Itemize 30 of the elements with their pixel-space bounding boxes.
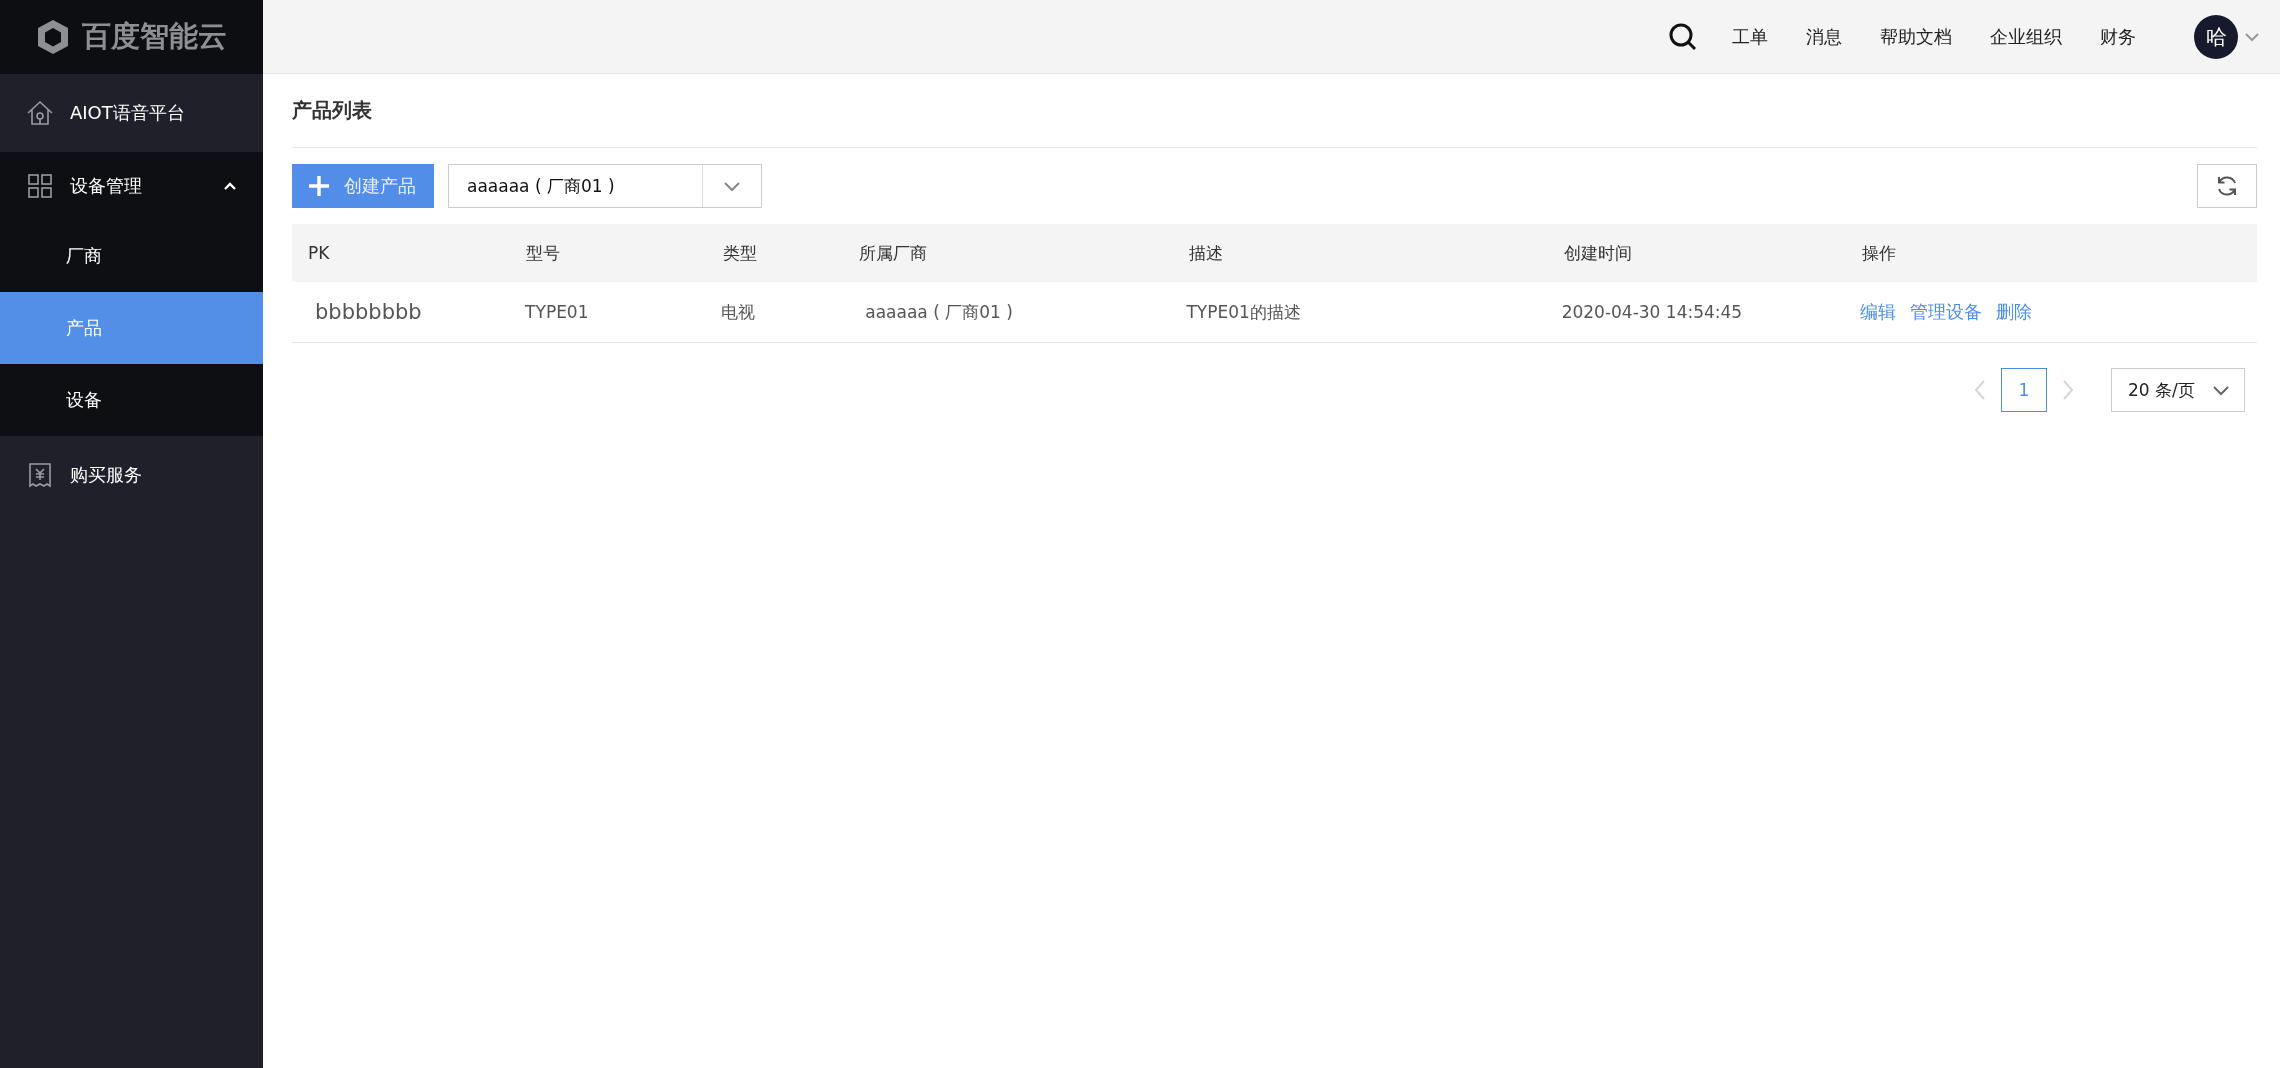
page-title: 产品列表 [292,74,2257,148]
vendor-select[interactable]: aaaaaa ( 厂商01 ) [448,164,762,208]
grid-icon [26,172,54,200]
sidebar-subitem[interactable]: 厂商 [0,220,263,292]
chevron-down-icon [723,180,741,192]
chevron-down-icon [2212,384,2230,396]
plus-icon [308,175,330,197]
home-icon [26,99,54,127]
table-cell-text: TYPE01的描述 [1185,300,1302,324]
top-nav-link[interactable]: 工单 [1732,24,1768,49]
top-nav-link[interactable]: 企业组织 [1990,24,2062,49]
table-cell-text: 2020-04-30 14:54:45 [1560,301,1744,324]
user-avatar[interactable]: 哈 [2194,14,2238,59]
refresh-icon [2215,174,2239,198]
search-icon[interactable] [1668,21,1698,52]
top-nav-link[interactable]: 帮助文档 [1880,24,1952,49]
top-nav-link[interactable]: 消息 [1806,24,1842,49]
table-cell-text: 电视 [720,300,757,324]
cube-logo-icon [36,19,70,55]
receipt-icon [26,461,54,489]
chevron-down-icon[interactable] [2244,31,2260,42]
sidebar-item[interactable]: 设备管理 [0,152,263,220]
refresh-button[interactable] [2197,164,2257,208]
page-size-select[interactable]: 20 条/页 [2111,368,2245,412]
table-cell-text: aaaaaa ( 厂商01 ) [864,300,1014,324]
top-nav-link[interactable]: 财务 [2100,24,2136,49]
logo-text: 百度智能云 [82,18,227,55]
sidebar-subitem[interactable]: 设备 [0,364,263,436]
table-cell-text: TYPE01 [524,301,590,324]
table-cell-text: bbbbbbbb [314,299,423,326]
